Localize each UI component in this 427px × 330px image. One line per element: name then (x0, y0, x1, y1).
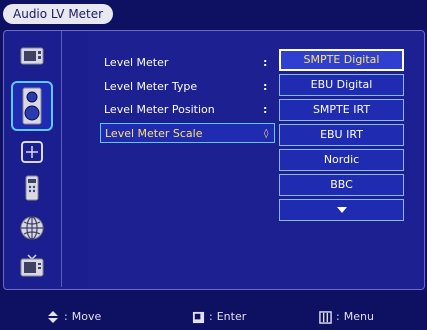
sidebar-item-display[interactable] (11, 39, 53, 73)
sidebar (3, 31, 62, 287)
hint-enter: : Enter (191, 304, 246, 330)
menu-row-label: Level Meter Type (104, 80, 198, 93)
hint-separator: : (336, 310, 340, 323)
menu-row-separator: : (263, 80, 268, 93)
remote-icon (25, 175, 39, 201)
dropdown-more-button[interactable] (279, 199, 404, 221)
menu-row-label: Level Meter Scale (105, 127, 203, 140)
dropdown-option-ebu-irt[interactable]: EBU IRT (279, 124, 404, 146)
dropdown-option-ebu-digital[interactable]: EBU Digital (279, 74, 404, 96)
tv-icon (20, 254, 44, 277)
menu-row-level-meter-scale[interactable]: Level Meter Scale ◊ (100, 123, 275, 143)
hint-menu-label: Menu (343, 310, 374, 323)
osd-screen: Audio LV Meter Level Meter: Level Meter… (0, 0, 427, 330)
enter-key-icon (191, 310, 205, 324)
menu-row-separator: : (263, 103, 268, 116)
up-down-arrows-icon (46, 310, 60, 324)
hint-enter-label: Enter (216, 310, 247, 323)
crosshair-icon (21, 141, 43, 163)
sidebar-item-language[interactable] (11, 211, 53, 245)
menu-row-separator: ◊ (264, 129, 269, 139)
dropdown-option-smpte-irt[interactable]: SMPTE IRT (279, 99, 404, 121)
scale-dropdown: SMPTE Digital EBU Digital SMPTE IRT EBU … (279, 49, 404, 224)
menu-key-icon (318, 310, 332, 324)
hint-separator: : (64, 310, 68, 323)
speaker-icon (22, 87, 42, 125)
hint-move: : Move (46, 304, 101, 330)
window-title: Audio LV Meter (3, 4, 114, 24)
menu-row-separator: : (263, 56, 268, 69)
dropdown-option-smpte-digital[interactable]: SMPTE Digital (279, 49, 404, 71)
sidebar-item-audio[interactable] (11, 81, 53, 131)
sidebar-item-remote[interactable] (11, 171, 53, 205)
menu-row-level-meter[interactable]: Level Meter : (100, 53, 275, 73)
hint-move-label: Move (71, 310, 102, 323)
dropdown-option-nordic[interactable]: Nordic (279, 149, 404, 171)
sidebar-item-tv[interactable] (11, 249, 53, 283)
hint-menu: : Menu (318, 304, 374, 330)
menu-row-label: Level Meter Position (104, 103, 215, 116)
arrow-down-icon (336, 207, 347, 213)
menu-row-level-meter-type[interactable]: Level Meter Type : (100, 77, 275, 97)
menu-row-level-meter-position[interactable]: Level Meter Position : (100, 100, 275, 120)
sidebar-item-position[interactable] (11, 135, 53, 169)
dropdown-option-bbc[interactable]: BBC (279, 174, 404, 196)
menu-row-label: Level Meter (104, 56, 169, 69)
globe-icon (20, 216, 44, 240)
hint-separator: : (209, 310, 213, 323)
display-icon (20, 47, 44, 65)
footer-hints: : Move : Enter : Menu (0, 304, 427, 330)
